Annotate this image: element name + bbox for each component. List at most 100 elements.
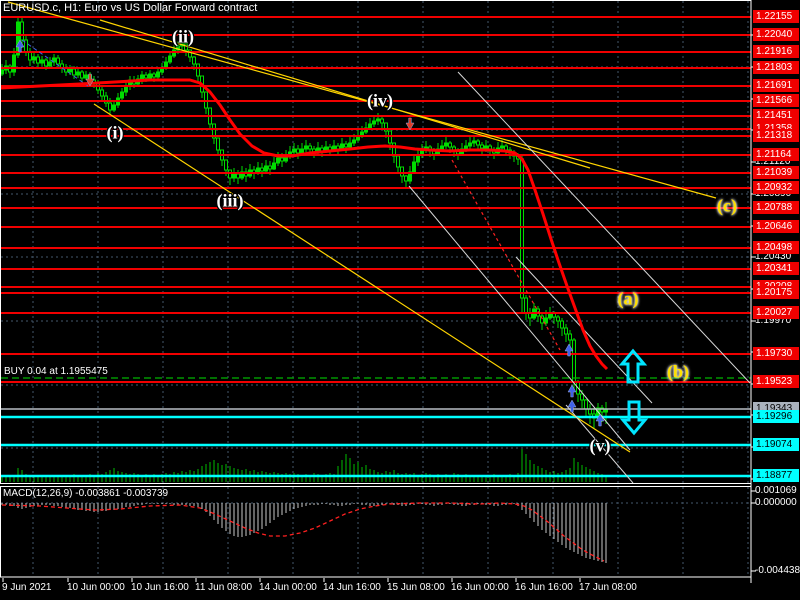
level-price-tag: 1.22040	[753, 28, 799, 41]
candle-body	[468, 142, 472, 147]
candle-body	[480, 144, 484, 149]
candle-body	[300, 148, 304, 154]
wave-label-c[interactable]: (c)	[717, 196, 737, 217]
candle-body	[276, 157, 280, 164]
candle-body	[572, 339, 576, 383]
candle-body	[556, 316, 560, 322]
candle-body	[372, 120, 376, 125]
candle-body	[304, 145, 308, 150]
candle-body	[156, 71, 160, 78]
wave-label-i[interactable]: (i)	[107, 123, 124, 144]
wave-label-v[interactable]: (v)	[590, 436, 611, 457]
trade-history-line	[21, 39, 89, 87]
candle-body	[68, 68, 72, 73]
candle-body	[80, 71, 84, 79]
trade-buy-arrow-icon	[567, 399, 577, 413]
candle-body	[404, 175, 408, 182]
candle-body	[560, 320, 564, 329]
candle-body	[472, 140, 476, 144]
time-axis-label: 10 Jun 00:00	[67, 582, 125, 593]
candle-body	[580, 393, 584, 401]
level-price-tag: 1.20027	[753, 306, 799, 319]
wave-label-iii[interactable]: (iii)	[217, 191, 244, 212]
candle-body	[48, 61, 52, 67]
candle-body	[32, 56, 36, 61]
level-price-tag: 1.20498	[753, 241, 799, 254]
wave-label-a[interactable]: (a)	[618, 289, 639, 310]
level-price-tag: 1.20341	[753, 262, 799, 275]
moving-average-line	[1, 78, 609, 371]
candle-body	[196, 63, 200, 77]
chart-title: EURUSD.c, H1: Euro vs US Dollar Forward …	[3, 2, 258, 14]
candle-body	[344, 143, 348, 148]
support-price-tag: 1.19296	[753, 410, 799, 423]
buy-position-label: BUY 0.04 at 1.1955475	[4, 366, 108, 377]
trendline-white[interactable]	[408, 185, 631, 451]
macd-signal-line	[1, 502, 605, 562]
candle-body	[500, 145, 504, 149]
level-price-tag: 1.20646	[753, 220, 799, 233]
wave-label-ii[interactable]: (ii)	[172, 27, 194, 48]
level-price-tag: 1.21164	[753, 148, 799, 161]
candle-body	[148, 73, 152, 79]
candle-body	[84, 74, 88, 79]
candle-body	[544, 317, 548, 324]
candle-body	[120, 91, 124, 99]
candle-body	[56, 57, 60, 65]
candle-body	[308, 145, 312, 150]
time-axis-label: 16 Jun 16:00	[515, 582, 573, 593]
candle-body	[260, 167, 264, 172]
candle-body	[232, 173, 236, 179]
wave-label-b[interactable]: (b)	[667, 362, 689, 383]
candle-body	[236, 173, 240, 179]
time-axis-label: 14 Jun 16:00	[323, 582, 381, 593]
candle-body	[380, 118, 384, 124]
candle-body	[412, 161, 416, 173]
candle-body	[152, 73, 156, 78]
candle-body	[348, 142, 352, 148]
trading-chart-window: EURUSD.c, H1: Euro vs US Dollar Forward …	[0, 0, 800, 600]
level-price-tag: 1.20788	[753, 201, 799, 214]
level-price-tag: 1.19523	[753, 375, 799, 388]
time-axis-label: 10 Jun 16:00	[131, 582, 189, 593]
macd-panel-border	[0, 486, 752, 578]
candle-body	[568, 333, 572, 341]
candle-body	[76, 71, 80, 76]
trade-buy-arrow-icon	[567, 384, 577, 398]
candle-body	[144, 74, 148, 79]
level-price-tag: 1.21691	[753, 79, 799, 92]
time-axis-label: 11 Jun 08:00	[195, 582, 253, 593]
time-axis-label: 9 Jun 2021	[2, 582, 52, 593]
candle-body	[44, 59, 48, 67]
macd-scale-label: 0.000000	[755, 497, 797, 508]
candle-body	[100, 89, 104, 97]
chart-canvas[interactable]	[0, 0, 800, 600]
candle-body	[444, 142, 448, 147]
time-axis-label: 16 Jun 00:00	[451, 582, 509, 593]
level-price-tag: 1.21318	[753, 129, 799, 142]
candle-body	[36, 56, 40, 64]
candle-body	[416, 154, 420, 163]
support-price-tag: 1.18877	[753, 469, 799, 482]
candle-body	[292, 148, 296, 153]
macd-scale-label: -0.004438	[755, 565, 800, 576]
level-price-tag: 1.21451	[753, 109, 799, 122]
candle-body	[72, 68, 76, 76]
candle-body	[12, 54, 16, 73]
candle-body	[376, 118, 380, 122]
candle-body	[20, 21, 24, 41]
candle-body	[336, 145, 340, 150]
level-price-tag: 1.21916	[753, 45, 799, 58]
wave-label-iv[interactable]: (iv)	[367, 91, 393, 112]
level-price-tag: 1.21803	[753, 61, 799, 74]
candle-body	[28, 51, 32, 61]
candle-body	[216, 137, 220, 151]
candle-body	[40, 59, 44, 64]
candle-body	[192, 56, 196, 65]
level-price-tag: 1.19730	[753, 347, 799, 360]
candle-body	[280, 157, 284, 162]
level-price-tag: 1.21566	[753, 94, 799, 107]
level-price-tag: 1.20175	[753, 286, 799, 299]
candle-body	[168, 55, 172, 63]
candle-body	[464, 145, 468, 150]
